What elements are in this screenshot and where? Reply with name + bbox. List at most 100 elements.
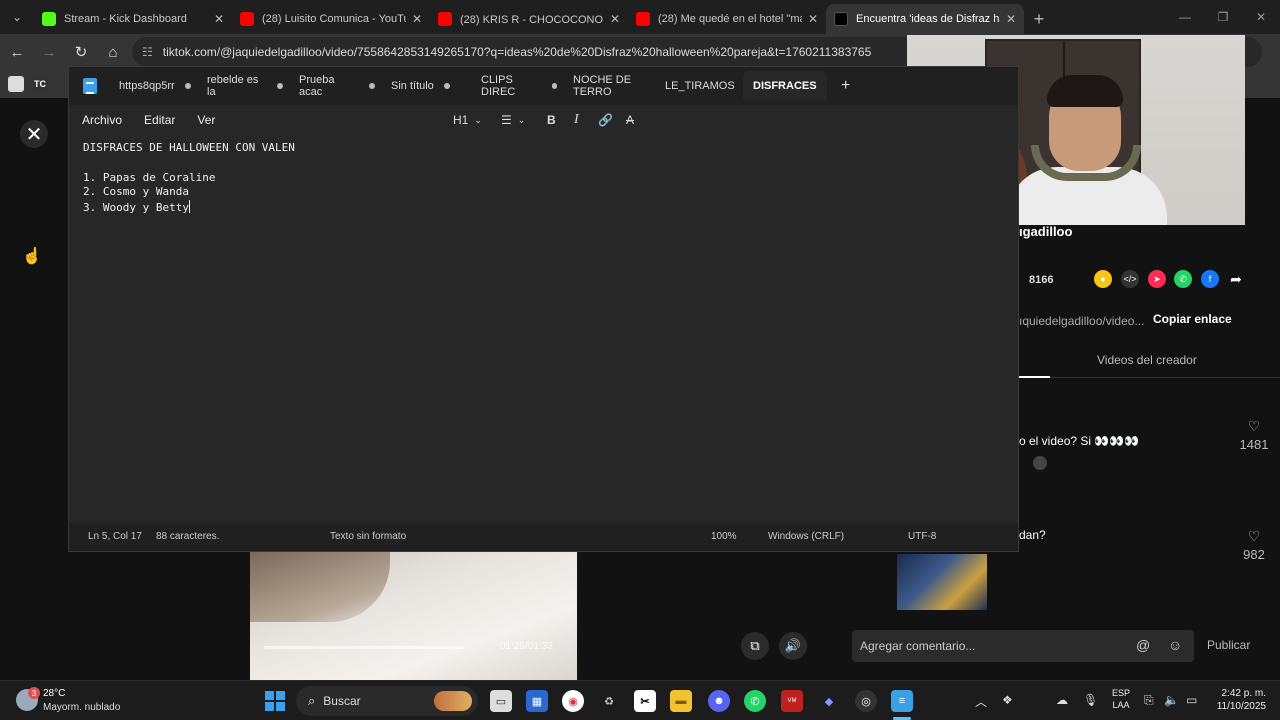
bookmark-icon[interactable]: [8, 76, 24, 92]
voicemeeter-icon[interactable]: VM: [781, 690, 803, 712]
taskbar-search[interactable]: ⌕ Buscar: [296, 686, 478, 716]
chevron-down-icon: ⌄: [517, 114, 526, 125]
browser-tab-youtube-luisito[interactable]: (28) Luisito Comunica - YouTub ✕: [232, 4, 430, 34]
folder-icon[interactable]: ▬: [670, 690, 692, 712]
onedrive-icon[interactable]: ☁: [1056, 693, 1068, 707]
bookmark-tc[interactable]: TC: [32, 76, 48, 92]
comment-like[interactable]: ♡ 1481: [1237, 418, 1271, 452]
facebook-icon[interactable]: f: [1201, 270, 1219, 288]
comment-input[interactable]: Agregar comentario... @ ☺: [852, 630, 1194, 662]
line-ending: Windows (CRLF): [768, 531, 845, 542]
discord-icon[interactable]: ☻: [708, 690, 730, 712]
close-tab-icon[interactable]: ✕: [610, 12, 620, 26]
tab-title: Encuentra 'ideas de Disfraz hall: [856, 13, 1000, 25]
unsaved-dot-icon: [184, 83, 191, 89]
back-icon[interactable]: ←: [2, 37, 32, 67]
microphone-icon[interactable]: 🎙: [1083, 693, 1098, 707]
publish-button[interactable]: Publicar: [1207, 638, 1250, 652]
heading-dropdown[interactable]: H1 ⌄: [453, 105, 482, 135]
notepad-tab[interactable]: CLIPS DIREC: [471, 71, 563, 101]
embed-icon[interactable]: </>: [1121, 270, 1139, 288]
clock[interactable]: 2:42 p. m. 11/10/2025: [1210, 687, 1266, 713]
comment-like[interactable]: ♡ 982: [1237, 528, 1271, 562]
tab-creator-videos[interactable]: Videos del creador: [1097, 353, 1197, 367]
store-icon[interactable]: ▦: [526, 690, 548, 712]
link-icon[interactable]: 🔗: [598, 105, 613, 135]
italic-button[interactable]: I: [574, 105, 579, 135]
dropbox-icon[interactable]: ❖: [1002, 693, 1013, 707]
volume-icon[interactable]: 🔊: [779, 632, 807, 660]
tray-chevron-icon[interactable]: ︿: [975, 693, 987, 710]
bold-button[interactable]: B: [547, 105, 556, 135]
maximize-icon[interactable]: ❐: [1204, 0, 1242, 34]
notepad-tab[interactable]: rebelde es la: [197, 71, 289, 101]
start-button[interactable]: [265, 691, 285, 711]
notepad-taskbar-icon[interactable]: ≡: [891, 690, 913, 712]
whatsapp-taskbar-icon[interactable]: ✆: [744, 690, 766, 712]
video-progress-bar[interactable]: [264, 646, 464, 649]
battery-icon[interactable]: ▭: [1186, 693, 1197, 707]
browser-tab-youtube-kris[interactable]: (28) KRIS R - CHOCOCONO 🫃 ✕: [430, 4, 628, 34]
notepad-tab-active[interactable]: DISFRACES: [743, 71, 827, 101]
list-dropdown[interactable]: ☰ ⌄: [501, 105, 525, 135]
notepad-text-area[interactable]: DISFRACES DE HALLOWEEN CON VALEN 1. Papas…: [83, 141, 295, 216]
task-view-icon[interactable]: ▭: [490, 690, 512, 712]
browser-tab-youtube-hotel[interactable]: (28) Me quedé en el hotel "más ✕: [628, 4, 826, 34]
tab-search-icon[interactable]: ⌄: [0, 0, 34, 34]
creator-handle[interactable]: ıgadilloo: [1019, 224, 1072, 239]
obs-icon[interactable]: ◎: [855, 690, 877, 712]
share-arrow-icon[interactable]: ➦: [1227, 270, 1245, 288]
site-info-icon[interactable]: ☷: [142, 45, 153, 59]
speaker-icon[interactable]: 🔈: [1164, 693, 1179, 707]
notepad-tab[interactable]: Sin título: [381, 71, 471, 101]
clear-formatting-icon[interactable]: A: [626, 105, 634, 135]
chevron-down-icon: ⌄: [474, 114, 482, 125]
like-count: 982: [1243, 547, 1265, 562]
notepad-tab[interactable]: https8qp5rr: [109, 71, 197, 101]
minimize-icon[interactable]: —: [1166, 0, 1204, 34]
notepad-tab[interactable]: Prueba acac: [289, 71, 381, 101]
text-line: 1. Papas de Coraline: [83, 170, 216, 184]
reload-icon[interactable]: ↻: [66, 37, 96, 67]
close-tab-icon[interactable]: ✕: [214, 12, 224, 26]
coin-icon[interactable]: ●: [1094, 270, 1112, 288]
floating-player-icon[interactable]: ⧉: [741, 632, 769, 660]
new-tab-button[interactable]: +: [1024, 4, 1054, 34]
emoji-icon[interactable]: ☺: [1168, 637, 1182, 653]
browser-tab-tiktok[interactable]: Encuentra 'ideas de Disfraz hall ✕: [826, 4, 1024, 34]
video-player[interactable]: 01:25/01:33: [250, 552, 577, 680]
creator-video-thumbnail[interactable]: [897, 554, 987, 610]
weather-temperature[interactable]: 28°C: [43, 688, 65, 699]
webcam-person: [1007, 75, 1167, 225]
hand-cursor-icon: ☝: [22, 248, 42, 265]
copy-link-button[interactable]: Copiar enlace: [1153, 312, 1232, 326]
menu-view[interactable]: Ver: [197, 113, 215, 127]
forward-icon[interactable]: →: [34, 37, 64, 67]
send-icon[interactable]: ➤: [1148, 270, 1166, 288]
close-window-icon[interactable]: ✕: [1242, 0, 1280, 34]
close-tab-icon[interactable]: ✕: [808, 12, 818, 26]
keyboard-layout: LAA: [1112, 700, 1130, 710]
tab-label: Sin título: [391, 80, 434, 92]
mention-icon[interactable]: @: [1136, 637, 1150, 653]
menu-file[interactable]: Archivo: [82, 113, 122, 127]
close-video-button[interactable]: ✕: [20, 120, 48, 148]
close-tab-icon[interactable]: ✕: [412, 12, 422, 26]
notepad-tab[interactable]: LE_TIRAMOS: [655, 71, 743, 101]
chrome-icon[interactable]: ◉: [562, 690, 584, 712]
network-icon[interactable]: ⎘: [1144, 693, 1154, 708]
notepad-tab[interactable]: NOCHE DE TERRO: [563, 71, 655, 101]
language-indicator[interactable]: ESP LAA: [1112, 687, 1130, 711]
notepad-tab-bar: https8qp5rr rebelde es la Prueba acac Si…: [69, 67, 1018, 105]
weather-description[interactable]: Mayorm. nublado: [43, 702, 120, 713]
browser-tab-kick[interactable]: Stream - Kick Dashboard ✕: [34, 4, 232, 34]
zoom-level[interactable]: 100%: [711, 531, 737, 542]
new-notepad-tab-button[interactable]: +: [841, 77, 850, 95]
home-icon[interactable]: ⌂: [98, 37, 128, 67]
whatsapp-icon[interactable]: ✆: [1174, 270, 1192, 288]
close-tab-icon[interactable]: ✕: [1006, 12, 1016, 26]
capcut-icon[interactable]: ✂: [634, 690, 656, 712]
streamlabs-icon[interactable]: ◆: [818, 690, 840, 712]
recycle-icon[interactable]: ♻: [598, 690, 620, 712]
menu-edit[interactable]: Editar: [144, 113, 175, 127]
